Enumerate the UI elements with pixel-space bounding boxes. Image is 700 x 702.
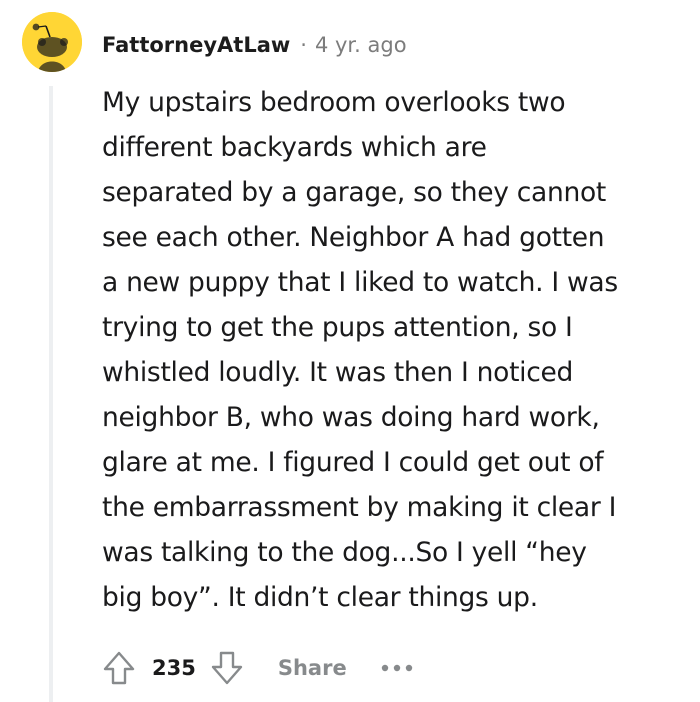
comment-body-line: neighbor B, who was doing hard work, <box>102 402 600 433</box>
comment-body-line: a new puppy that I liked to watch. I was <box>102 267 618 298</box>
comment-actions: 235 Share <box>98 642 417 694</box>
comment-body-line: glare at me. I figured I could get out o… <box>102 447 604 478</box>
comment-body-line: big boy”. It didn’t clear things up. <box>102 582 538 613</box>
comment: FattorneyAtLaw · 4 yr. ago My upstairs b… <box>0 0 700 702</box>
comment-body-line: My upstairs bedroom overlooks two <box>102 87 566 118</box>
comment-body-line: separated by a garage, so they cannot <box>102 177 606 208</box>
reddit-snoo-avatar-icon <box>22 12 82 72</box>
comment-body-line: see each other. Neighbor A had gotten <box>102 222 605 253</box>
more-options-icon[interactable] <box>377 653 417 683</box>
comment-body-line: was talking to the dog...So I yell “hey <box>102 537 587 568</box>
comment-body-line: whistled loudly. It was then I noticed <box>102 357 574 388</box>
comment-body-line: different backyards which are <box>102 132 487 163</box>
share-button[interactable]: Share <box>278 656 347 680</box>
separator-dot: · <box>300 33 307 57</box>
downvote-arrow-icon[interactable] <box>206 646 248 690</box>
comment-body-line: trying to get the pups attention, so I <box>102 312 573 343</box>
author-username[interactable]: FattorneyAtLaw <box>102 33 290 57</box>
thread-line[interactable] <box>49 86 53 702</box>
comment-header: FattorneyAtLaw · 4 yr. ago <box>102 30 407 60</box>
upvote-arrow-icon[interactable] <box>98 646 140 690</box>
comment-timestamp[interactable]: 4 yr. ago <box>315 33 407 57</box>
comment-body-line: the embarrassment by making it clear I <box>102 492 617 523</box>
vote-count: 235 <box>152 656 196 680</box>
user-avatar[interactable] <box>22 12 82 72</box>
comment-body: My upstairs bedroom overlooks two differ… <box>102 80 674 620</box>
